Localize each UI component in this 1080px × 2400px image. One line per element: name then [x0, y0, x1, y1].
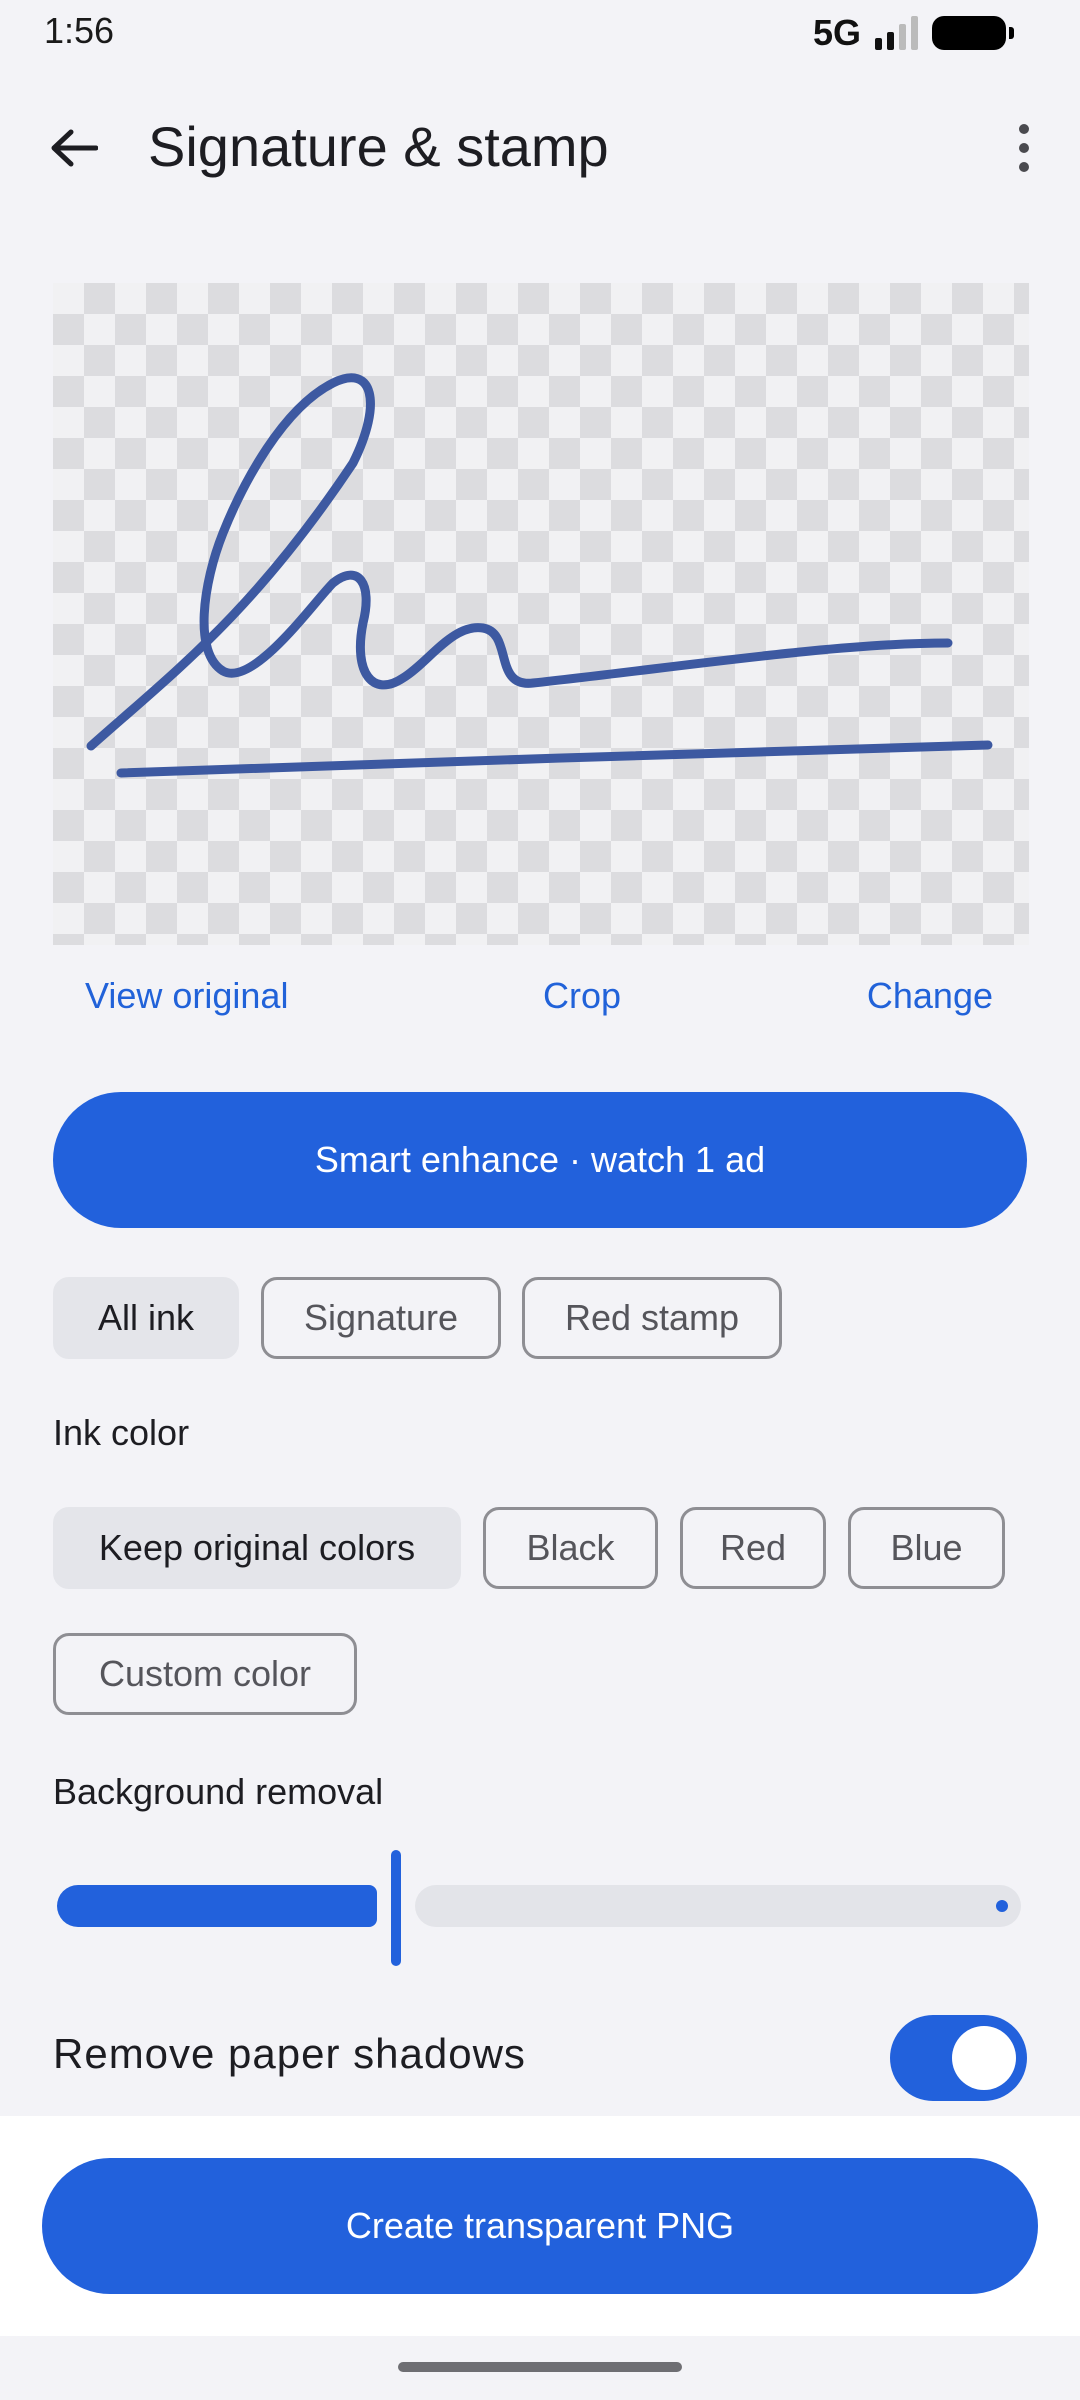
- chip-red-stamp[interactable]: Red stamp: [522, 1277, 782, 1359]
- home-indicator[interactable]: [398, 2362, 682, 2372]
- back-button[interactable]: [36, 118, 112, 178]
- arrow-left-icon: [51, 129, 98, 167]
- chip-custom-color[interactable]: Custom color: [53, 1633, 357, 1715]
- status-icons: 5G: [812, 12, 1014, 54]
- signature-drawing: [86, 373, 993, 778]
- chip-signature[interactable]: Signature: [261, 1277, 501, 1359]
- remove-shadows-toggle[interactable]: [890, 2015, 1027, 2101]
- change-link[interactable]: Change: [867, 975, 993, 1017]
- ink-color-heading: Ink color: [53, 1412, 190, 1453]
- status-time: 1:56: [44, 10, 115, 51]
- background-removal-slider[interactable]: [53, 1845, 1023, 1966]
- more-options-button[interactable]: [998, 116, 1050, 180]
- signature-preview: [53, 283, 1029, 945]
- preview-actions: View original Crop Change: [53, 975, 1029, 1031]
- create-png-button[interactable]: Create transparent PNG: [42, 2158, 1038, 2294]
- remove-shadows-label: Remove paper shadows: [53, 2030, 526, 2077]
- page-title: Signature & stamp: [148, 115, 609, 178]
- background-removal-heading: Background removal: [53, 1771, 384, 1812]
- battery-icon: [932, 16, 1014, 50]
- slider-fill: [57, 1885, 377, 1927]
- chip-keep-original-colors[interactable]: Keep original colors: [53, 1507, 461, 1589]
- chip-red[interactable]: Red: [680, 1507, 826, 1589]
- network-type: 5G: [812, 12, 861, 53]
- slider-thumb[interactable]: [391, 1850, 401, 1966]
- view-original-link[interactable]: View original: [85, 975, 288, 1017]
- more-vertical-icon: [1019, 124, 1029, 134]
- chip-black[interactable]: Black: [483, 1507, 658, 1589]
- app-header: Signature & stamp: [0, 100, 1080, 196]
- chip-blue[interactable]: Blue: [848, 1507, 1005, 1589]
- slider-end-dot: [996, 1900, 1008, 1912]
- signal-icon: [875, 16, 918, 50]
- status-bar: 1:56 5G: [0, 0, 1080, 64]
- smart-enhance-button[interactable]: Smart enhance · watch 1 ad: [53, 1092, 1027, 1228]
- crop-link[interactable]: Crop: [543, 975, 621, 1017]
- slider-track: [415, 1885, 1021, 1927]
- chip-all-ink[interactable]: All ink: [53, 1277, 239, 1359]
- toggle-knob: [952, 2026, 1016, 2090]
